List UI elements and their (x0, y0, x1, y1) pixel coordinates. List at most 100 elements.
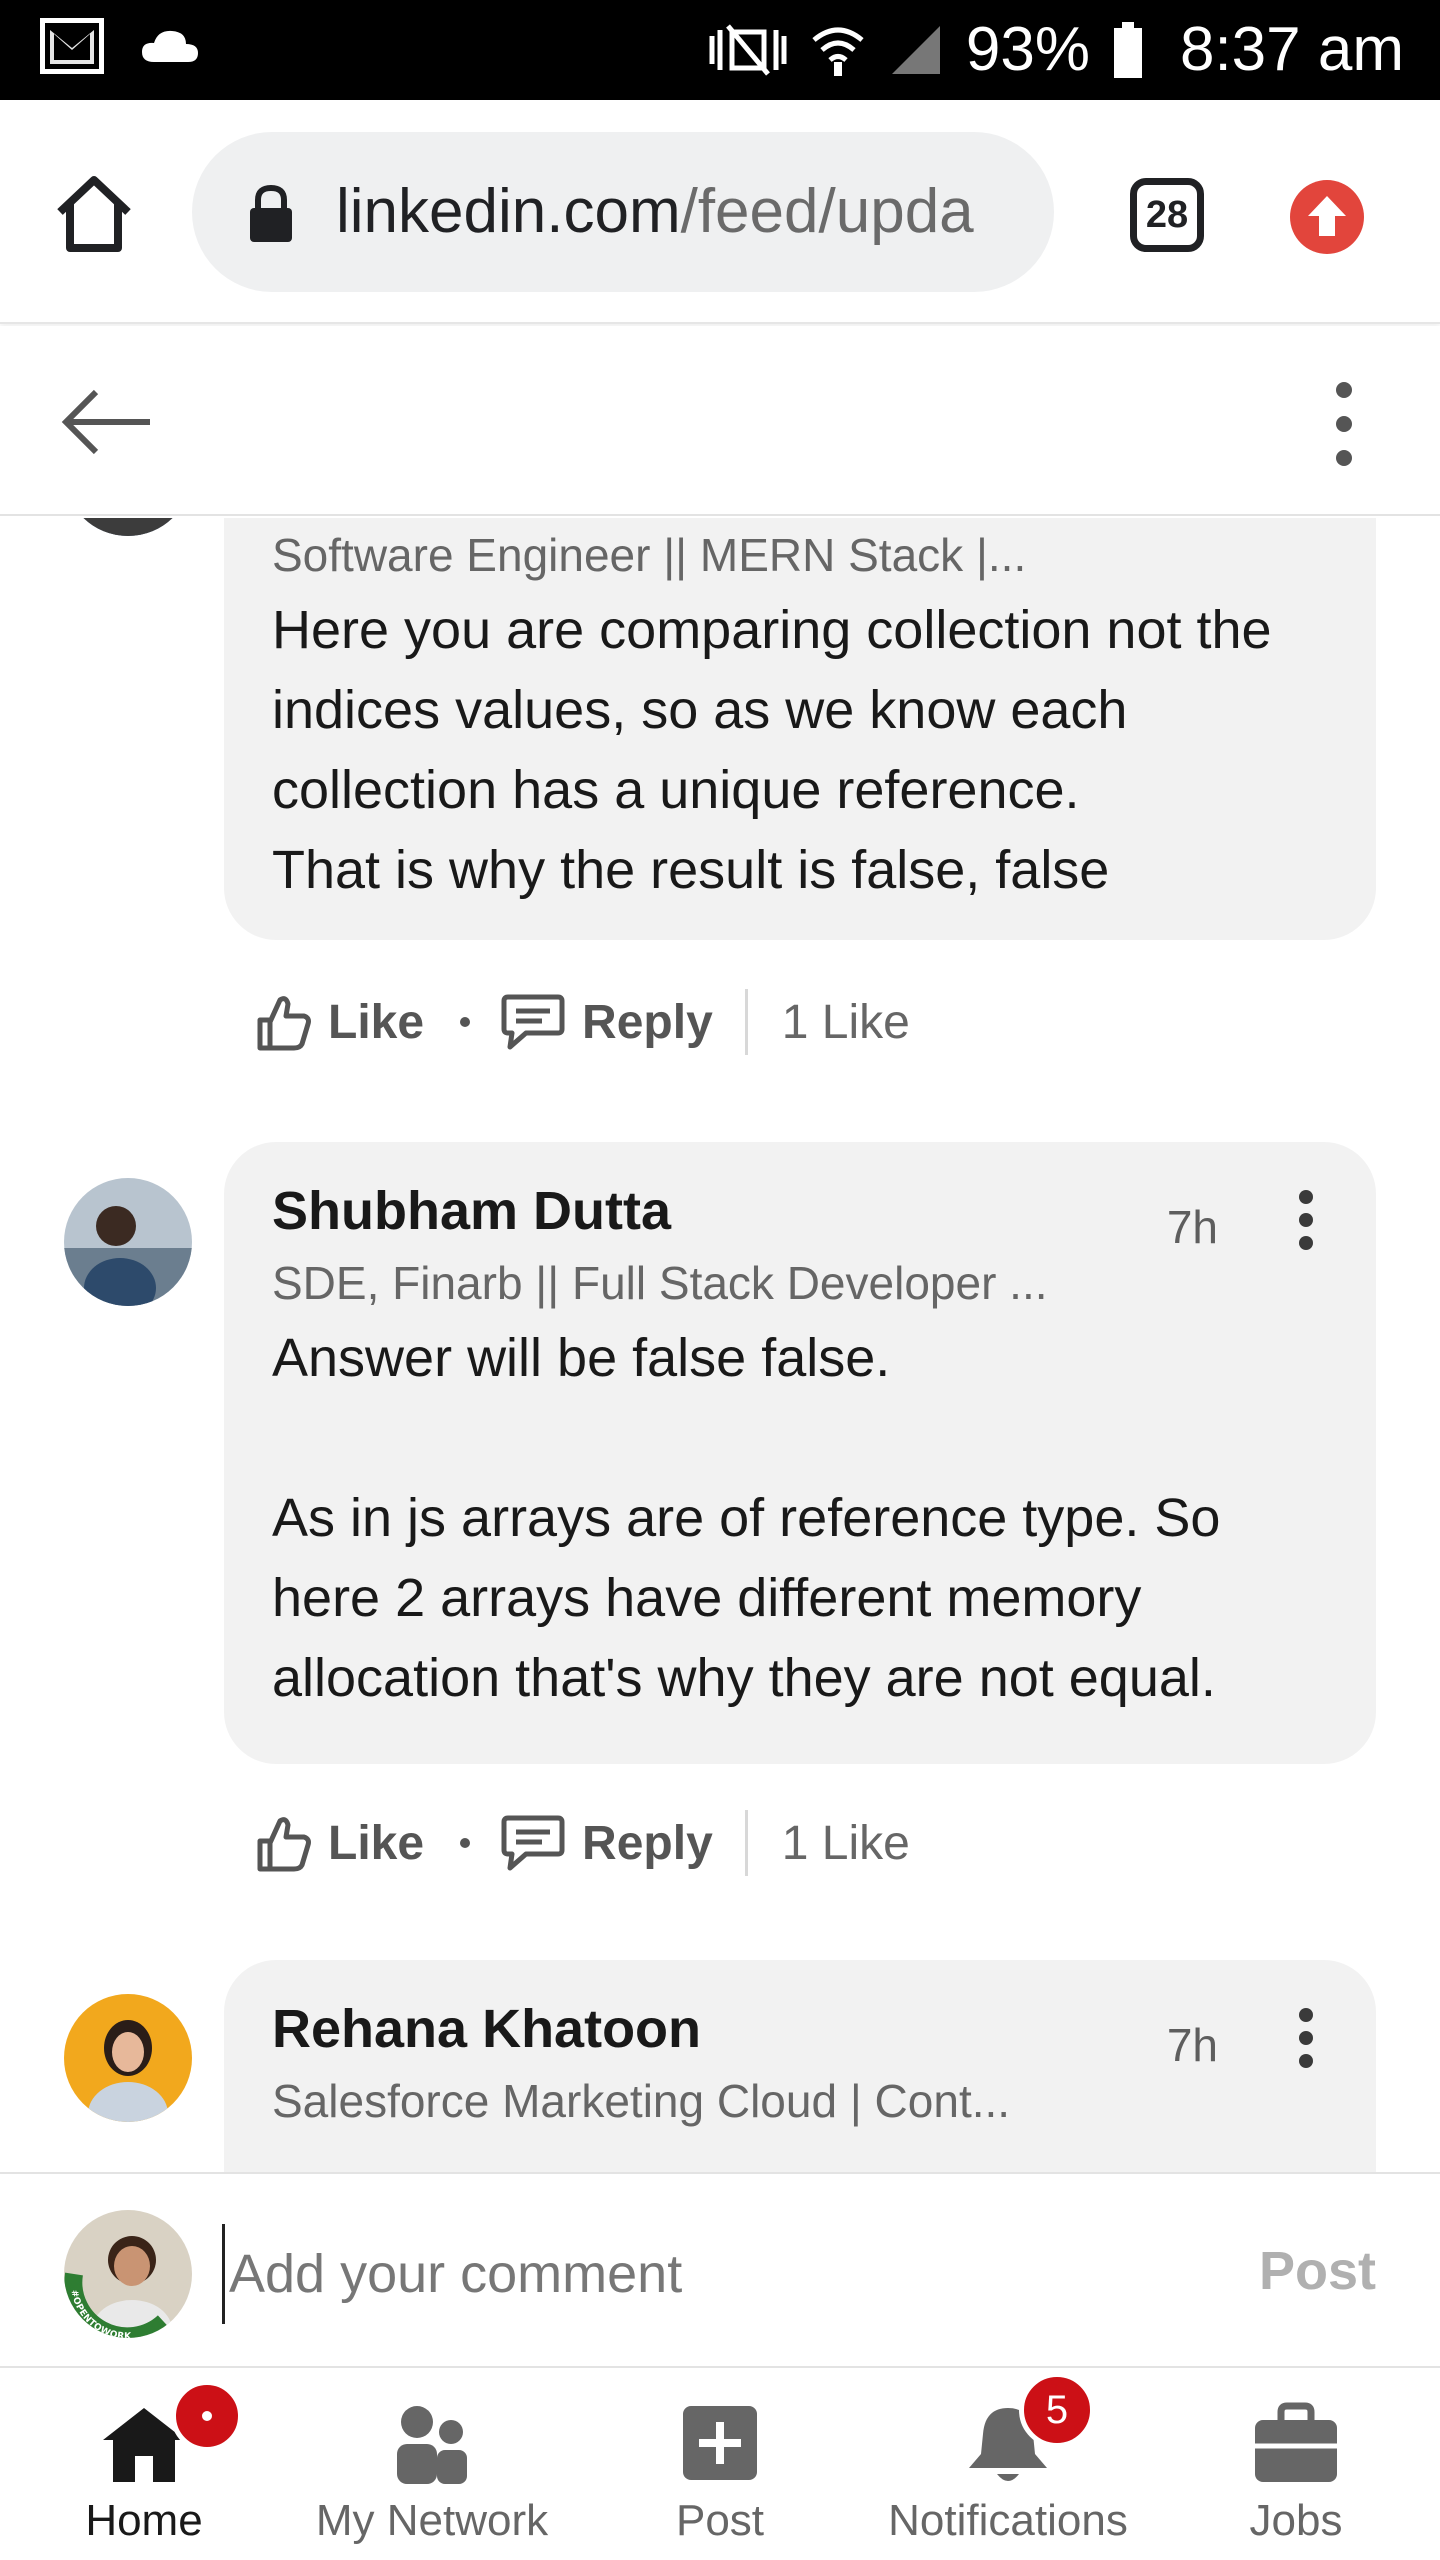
update-button[interactable] (1290, 180, 1364, 254)
like-button[interactable]: Like (256, 992, 424, 1052)
address-bar[interactable]: linkedin.com/feed/upda (192, 132, 1054, 292)
nav-icon-wrap (99, 2380, 243, 2486)
arrow-up-icon (1308, 196, 1346, 236)
comment-actions: Like Reply 1 Like (256, 982, 910, 1062)
divider (744, 989, 748, 1055)
wifi-icon (812, 27, 864, 76)
comment-card: Rehana Khatoon 7h Salesforce Marketing C… (224, 1960, 1376, 2172)
nav-icon-wrap (1251, 2402, 1341, 2486)
more-vertical-icon (1336, 382, 1352, 466)
comment-body: Here you are comparing collection not th… (272, 590, 1332, 910)
status-bar: 93% 8:37 am (0, 0, 1440, 100)
avatar[interactable] (64, 518, 192, 536)
comment-paragraph (272, 1398, 1332, 1478)
arrow-left-icon (61, 389, 150, 455)
battery-icon (1113, 21, 1142, 78)
separator-dot (460, 1017, 471, 1027)
comment-card: Software Engineer || MERN Stack |... Her… (224, 518, 1376, 940)
profile-photo-icon (64, 1994, 192, 2122)
gmail-icon (40, 18, 104, 74)
overflow-menu-button[interactable] (1318, 376, 1370, 472)
reply-label: Reply (582, 995, 713, 1049)
dot (1299, 1190, 1313, 1204)
lock-icon (250, 184, 292, 242)
nav-label: Notifications (888, 2496, 1128, 2545)
comment-more-button[interactable] (1296, 1190, 1316, 1250)
avatar[interactable] (64, 1994, 192, 2122)
profile-photo-icon (64, 518, 192, 536)
profile-photo-icon (64, 1178, 192, 1306)
reply-bubble-icon (501, 994, 565, 1050)
comment-card: Shubham Dutta 7h SDE, Finarb || Full Sta… (224, 1142, 1376, 1764)
dot (1299, 2008, 1313, 2022)
network-icon (397, 2406, 467, 2484)
like-count[interactable]: 1 Like (782, 995, 910, 1050)
nav-post[interactable]: Post (576, 2370, 864, 2560)
nav-label: Jobs (1249, 2496, 1343, 2545)
post-comment-button[interactable]: Post (1259, 2240, 1376, 2302)
separator-dot (460, 1838, 471, 1848)
reply-button[interactable]: Reply (500, 993, 713, 1051)
dot (1299, 1213, 1313, 1227)
post-icon (683, 2406, 757, 2480)
nav-icon-wrap (675, 2402, 765, 2486)
dot (1299, 2031, 1313, 2045)
commenter-name[interactable]: Shubham Dutta (272, 1180, 671, 1242)
comment-paragraph: That is why the result is false, false (272, 840, 1110, 900)
nav-home[interactable]: Home (0, 2370, 288, 2560)
profile-photo-icon: #OPENTOWORK (64, 2210, 192, 2338)
comment-more-button[interactable] (1296, 2008, 1316, 2068)
signal-icon (891, 25, 940, 74)
dot (1299, 1236, 1313, 1250)
nav-icon-wrap: 5 (963, 2372, 1095, 2486)
home-outline-icon (57, 176, 131, 252)
nav-my-network[interactable]: My Network (288, 2370, 576, 2560)
comment-paragraph: Here you are comparing collection not th… (272, 600, 1272, 820)
app-header (0, 326, 1440, 516)
comment-input[interactable] (222, 2224, 1162, 2324)
comments-list: Software Engineer || MERN Stack |... Her… (0, 518, 1440, 2172)
back-button[interactable] (60, 382, 156, 462)
like-label: Like (328, 995, 425, 1049)
url-text: linkedin.com/feed/upda (336, 176, 974, 247)
url-domain: linkedin.com (336, 177, 681, 246)
battery-percent: 93% (965, 15, 1090, 84)
nav-notifications[interactable]: 5 Notifications (864, 2370, 1152, 2560)
divider (744, 1810, 748, 1876)
reply-bubble-icon (501, 1815, 565, 1871)
comment-headline: Salesforce Marketing Cloud | Cont... (272, 2075, 1011, 2127)
dot (1299, 2054, 1313, 2068)
avatar[interactable] (64, 1178, 192, 1306)
notifications-count: 5 (1045, 2387, 1069, 2432)
comment-paragraph: As in js arrays are of reference type. S… (272, 1488, 1221, 1708)
comment-actions: Like Reply 1 Like (256, 1803, 910, 1883)
nav-jobs[interactable]: Jobs (1152, 2370, 1440, 2560)
comment-composer: #OPENTOWORK Post (0, 2172, 1440, 2368)
my-avatar: #OPENTOWORK (64, 2210, 192, 2338)
comment-body: Answer will be false false. As in js arr… (272, 1318, 1332, 1718)
reply-label: Reply (582, 1816, 713, 1870)
commenter-name[interactable]: Rehana Khatoon (272, 1998, 701, 2060)
clock: 8:37 am (1179, 15, 1404, 84)
reply-button[interactable]: Reply (500, 1814, 713, 1872)
comment-headline: Software Engineer || MERN Stack |... (272, 529, 1027, 581)
comment-time: 7h (1166, 1201, 1218, 1253)
like-count[interactable]: 1 Like (782, 1816, 910, 1871)
thumbs-up-icon (257, 996, 311, 1051)
like-label: Like (328, 1816, 425, 1870)
vibrate-icon (709, 23, 787, 76)
comment-headline: SDE, Finarb || Full Stack Developer ... (272, 1257, 1048, 1309)
tab-count: 28 (1145, 193, 1189, 236)
like-button[interactable]: Like (256, 1813, 424, 1873)
bottom-navigation: Home My Network Post 5 Notifications Job… (0, 2370, 1440, 2560)
cloud-icon (142, 30, 198, 62)
nav-label: My Network (315, 2496, 549, 2545)
nav-label: Post (675, 2496, 765, 2545)
comment-time: 7h (1166, 2019, 1218, 2071)
browser-home-button[interactable] (52, 172, 136, 256)
briefcase-icon (1255, 2402, 1337, 2482)
nav-icon-wrap (387, 2402, 477, 2486)
nav-label: Home (85, 2496, 203, 2545)
tab-switcher-button[interactable]: 28 (1130, 178, 1204, 252)
browser-toolbar: linkedin.com/feed/upda 28 (0, 100, 1440, 324)
